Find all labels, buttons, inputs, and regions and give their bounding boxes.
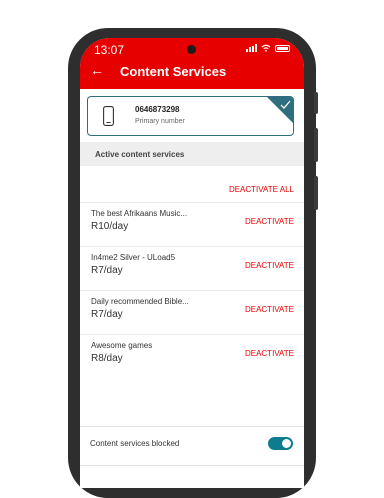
service-name: In4me2 Silver - ULoad5 bbox=[91, 253, 176, 262]
service-name: Daily recommended Bible... bbox=[91, 297, 189, 306]
divider bbox=[80, 426, 304, 427]
toggle-knob bbox=[282, 439, 291, 448]
deactivate-button[interactable]: DEACTIVATE bbox=[245, 217, 294, 226]
phone-number: 0646873298 bbox=[135, 105, 180, 114]
service-name: Awesome games bbox=[91, 341, 153, 350]
phone-side-button bbox=[314, 92, 318, 114]
checkmark-icon bbox=[267, 97, 293, 123]
service-row: The best Afrikaans Music... R10/day DEAC… bbox=[80, 202, 304, 247]
wifi-icon bbox=[261, 44, 271, 52]
divider bbox=[80, 465, 304, 466]
service-name: The best Afrikaans Music... bbox=[91, 209, 188, 218]
section-title: Active content services bbox=[95, 150, 185, 159]
camera-cutout bbox=[187, 45, 196, 54]
deactivate-button[interactable]: DEACTIVATE bbox=[245, 349, 294, 358]
deactivate-button[interactable]: DEACTIVATE bbox=[245, 261, 294, 270]
phone-icon bbox=[103, 106, 114, 126]
status-time: 13:07 bbox=[94, 43, 125, 57]
back-arrow-icon[interactable]: ← bbox=[90, 62, 104, 78]
content-blocked-label: Content services blocked bbox=[90, 439, 180, 448]
app-header: 13:07 ← Content Services bbox=[80, 38, 304, 89]
deactivate-all-button[interactable]: DEACTIVATE ALL bbox=[229, 185, 294, 194]
phone-screen: 13:07 ← Content Services 0646873298 Prim… bbox=[80, 38, 304, 488]
phone-side-button bbox=[314, 176, 318, 210]
service-row: In4me2 Silver - ULoad5 R7/day DEACTIVATE bbox=[80, 246, 304, 291]
service-row: Awesome games R8/day DEACTIVATE bbox=[80, 334, 304, 379]
content-blocked-toggle[interactable] bbox=[268, 437, 293, 450]
section-header: Active content services bbox=[80, 142, 304, 166]
deactivate-button[interactable]: DEACTIVATE bbox=[245, 305, 294, 314]
primary-number-label: Primary number bbox=[135, 118, 185, 125]
battery-icon bbox=[275, 44, 290, 52]
primary-number-card[interactable]: 0646873298 Primary number bbox=[87, 96, 294, 136]
page-title: Content Services bbox=[120, 64, 227, 79]
service-price: R7/day bbox=[91, 309, 123, 320]
service-price: R7/day bbox=[91, 265, 123, 276]
signal-icon bbox=[246, 44, 257, 52]
service-price: R8/day bbox=[91, 353, 123, 364]
service-row: Daily recommended Bible... R7/day DEACTI… bbox=[80, 290, 304, 335]
service-price: R10/day bbox=[91, 221, 129, 232]
phone-side-button bbox=[314, 128, 318, 162]
status-icons bbox=[246, 44, 290, 52]
